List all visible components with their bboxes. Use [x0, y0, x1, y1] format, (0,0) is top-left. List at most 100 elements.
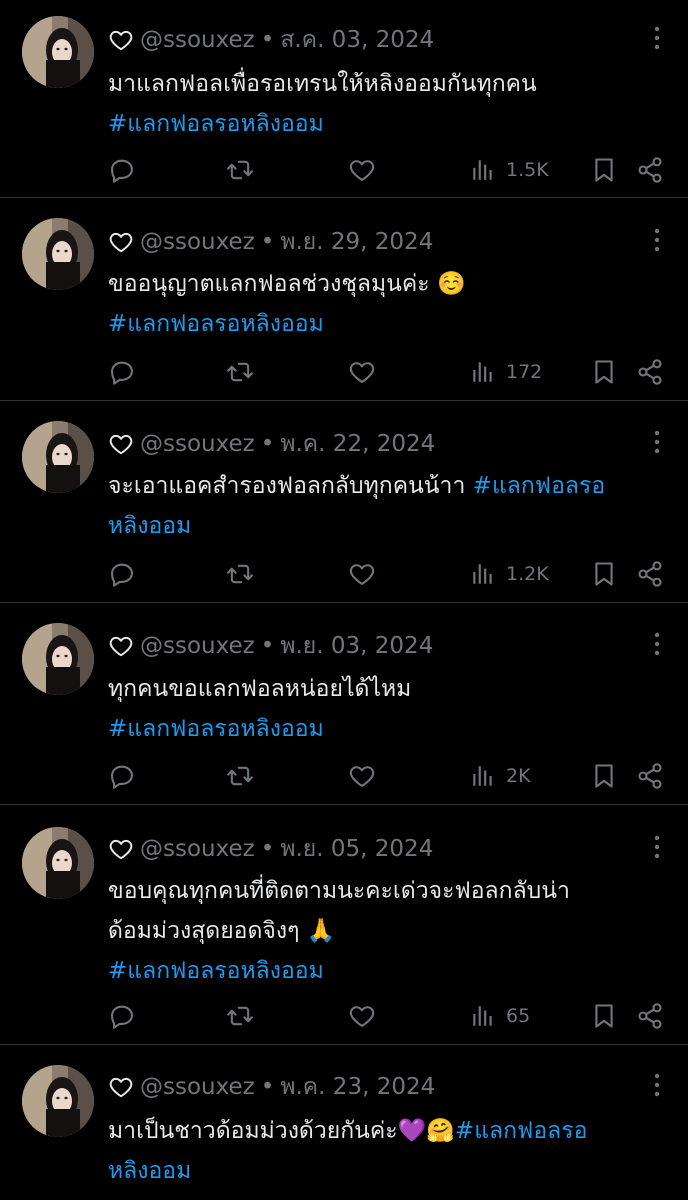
tweet-text: ขออนุญาตแลกฟอลช่วงชุลมุนค่ะ ☺️ #แลกฟอลรอ…	[108, 264, 668, 344]
tweet-date[interactable]: พ.ย. 29, 2024	[280, 224, 433, 260]
user-handle[interactable]: @ssouxez	[140, 431, 255, 457]
hashtag-link[interactable]: #แลกฟอลรอหลิงออม	[108, 104, 668, 144]
avatar[interactable]	[22, 623, 94, 695]
avatar[interactable]	[22, 16, 94, 88]
hashtag-link-continued[interactable]: หลิงออม	[108, 1151, 668, 1191]
separator-dot: •	[260, 431, 275, 457]
share-icon	[636, 358, 664, 386]
bookmark-button[interactable]	[590, 756, 618, 796]
tweet-date[interactable]: พ.ค. 23, 2024	[280, 1069, 435, 1105]
like-button[interactable]	[348, 996, 376, 1036]
retweet-icon	[226, 560, 254, 588]
separator-dot: •	[260, 27, 275, 53]
heart-outline-icon	[108, 27, 134, 53]
tweet[interactable]: @ssouxez • พ.ย. 03, 2024 ทุกคนขอแลกฟอลหน…	[0, 603, 688, 805]
user-handle[interactable]: @ssouxez	[140, 229, 255, 255]
tweet-text-line: ขออนุญาตแลกฟอลช่วงชุลมุนค่ะ ☺️	[108, 271, 466, 297]
more-vertical-icon[interactable]	[652, 228, 662, 252]
avatar[interactable]	[22, 218, 94, 290]
more-vertical-icon[interactable]	[652, 632, 662, 656]
avatar[interactable]	[22, 827, 94, 899]
like-button[interactable]	[348, 756, 376, 796]
action-bar: 1.5K	[108, 150, 668, 190]
tweet-date[interactable]: พ.ค. 22, 2024	[280, 426, 435, 462]
bookmark-icon	[590, 762, 618, 790]
user-handle[interactable]: @ssouxez	[140, 836, 255, 862]
reply-icon	[108, 560, 136, 588]
like-button[interactable]	[348, 554, 376, 594]
like-button[interactable]	[348, 352, 376, 392]
bookmark-button[interactable]	[590, 554, 618, 594]
reply-icon	[108, 358, 136, 386]
views-button[interactable]: 2K	[470, 756, 531, 796]
heart-outline-icon	[108, 1074, 134, 1100]
bookmark-button[interactable]	[590, 150, 618, 190]
tweet-date[interactable]: ส.ค. 03, 2024	[280, 22, 434, 58]
hashtag-link[interactable]: #แลกฟอลรอ	[473, 473, 605, 499]
retweet-button[interactable]	[226, 150, 254, 190]
separator-dot: •	[260, 836, 275, 862]
reply-button[interactable]	[108, 554, 136, 594]
retweet-button[interactable]	[226, 554, 254, 594]
tweet[interactable]: @ssouxez • พ.ค. 23, 2024 มาเป็นชาวด้อมม่…	[0, 1045, 688, 1200]
hashtag-link[interactable]: #แลกฟอลรอ	[455, 1118, 587, 1144]
views-button[interactable]: 172	[470, 352, 542, 392]
share-button[interactable]	[636, 554, 664, 594]
retweet-icon	[226, 156, 254, 184]
hashtag-link[interactable]: #แลกฟอลรอหลิงออม	[108, 709, 668, 749]
heart-icon	[348, 358, 376, 386]
tweet[interactable]: @ssouxez • พ.ย. 29, 2024 ขออนุญาตแลกฟอลช…	[0, 198, 688, 401]
like-button[interactable]	[348, 150, 376, 190]
hashtag-link[interactable]: #แลกฟอลรอหลิงออม	[108, 951, 668, 991]
tweet-feed: @ssouxez • ส.ค. 03, 2024 มาแลกฟอลเพื่อรอ…	[0, 0, 688, 1200]
retweet-button[interactable]	[226, 352, 254, 392]
tweet-text-segment: มาเป็นชาวด้อมม่วงด้วยกันค่ะ💜🤗	[108, 1118, 455, 1144]
reply-icon	[108, 156, 136, 184]
heart-icon	[348, 762, 376, 790]
more-vertical-icon[interactable]	[652, 26, 662, 50]
action-bar: 172	[108, 352, 668, 392]
bookmark-icon	[590, 358, 618, 386]
tweet[interactable]: @ssouxez • พ.ย. 05, 2024 ขอบคุณทุกคนที่ต…	[0, 805, 688, 1045]
heart-outline-icon	[108, 229, 134, 255]
reply-icon	[108, 762, 136, 790]
tweet-text: มาเป็นชาวด้อมม่วงด้วยกันค่ะ💜🤗#แลกฟอลรอ ห…	[108, 1111, 668, 1191]
retweet-icon	[226, 358, 254, 386]
retweet-button[interactable]	[226, 996, 254, 1036]
share-button[interactable]	[636, 756, 664, 796]
bookmark-icon	[590, 560, 618, 588]
share-button[interactable]	[636, 150, 664, 190]
bookmark-icon	[590, 156, 618, 184]
tweet-text: มาแลกฟอลเพื่อรอเทรนให้หลิงออมกันทุกคน #แ…	[108, 64, 668, 144]
hashtag-link[interactable]: #แลกฟอลรอหลิงออม	[108, 304, 668, 344]
retweet-button[interactable]	[226, 756, 254, 796]
views-button[interactable]: 1.2K	[470, 554, 549, 594]
share-button[interactable]	[636, 996, 664, 1036]
tweet[interactable]: @ssouxez • พ.ค. 22, 2024 จะเอาแอคสำรองฟอ…	[0, 401, 688, 603]
bookmark-button[interactable]	[590, 352, 618, 392]
user-handle[interactable]: @ssouxez	[140, 27, 255, 53]
reply-button[interactable]	[108, 150, 136, 190]
more-vertical-icon[interactable]	[652, 835, 662, 859]
tweet-text-line: มาเป็นชาวด้อมม่วงด้วยกันค่ะ💜🤗#แลกฟอลรอ	[108, 1111, 668, 1151]
avatar[interactable]	[22, 1065, 94, 1137]
bookmark-button[interactable]	[590, 996, 618, 1036]
tweet-date[interactable]: พ.ย. 05, 2024	[280, 831, 433, 867]
tweet-date[interactable]: พ.ย. 03, 2024	[280, 628, 433, 664]
reply-button[interactable]	[108, 996, 136, 1036]
share-button[interactable]	[636, 352, 664, 392]
user-handle[interactable]: @ssouxez	[140, 633, 255, 659]
user-handle[interactable]: @ssouxez	[140, 1074, 255, 1100]
more-vertical-icon[interactable]	[652, 1073, 662, 1097]
tweet[interactable]: @ssouxez • ส.ค. 03, 2024 มาแลกฟอลเพื่อรอ…	[0, 0, 688, 198]
views-button[interactable]: 1.5K	[470, 150, 549, 190]
views-count: 1.5K	[506, 159, 549, 181]
heart-outline-icon	[108, 836, 134, 862]
views-button[interactable]: 65	[470, 996, 530, 1036]
more-vertical-icon[interactable]	[652, 430, 662, 454]
hashtag-link-continued[interactable]: หลิงออม	[108, 506, 668, 546]
avatar[interactable]	[22, 421, 94, 493]
reply-button[interactable]	[108, 352, 136, 392]
reply-button[interactable]	[108, 756, 136, 796]
share-icon	[636, 1002, 664, 1030]
